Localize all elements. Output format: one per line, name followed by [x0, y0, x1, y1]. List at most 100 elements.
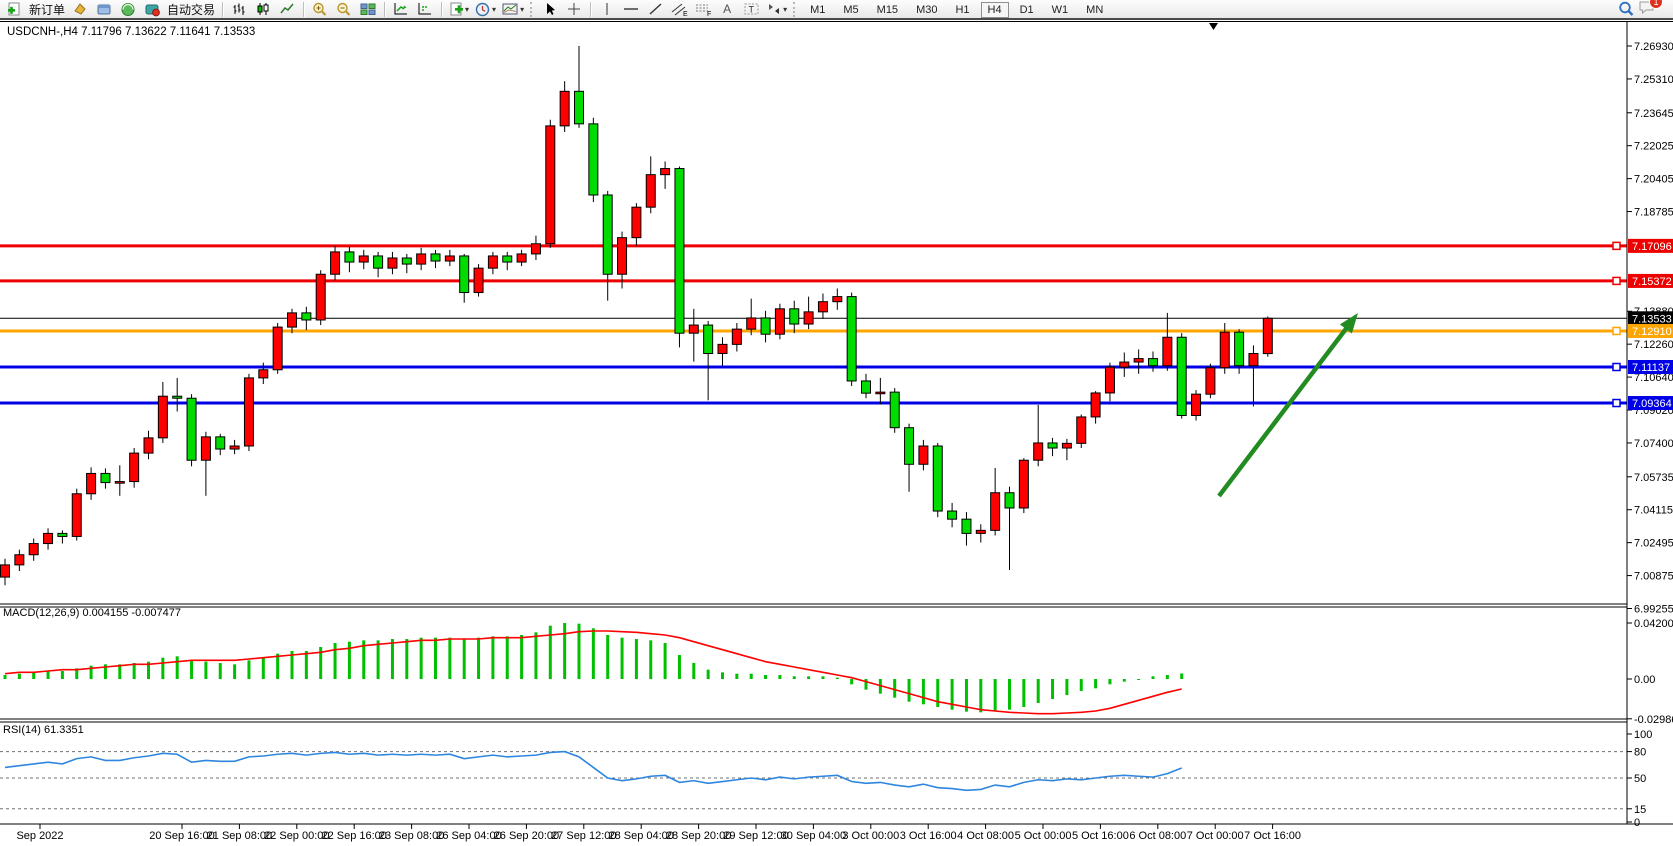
candlestick[interactable]: [603, 195, 612, 274]
candlestick[interactable]: [919, 446, 928, 464]
price-chart-canvas[interactable]: 7.269307.253107.236457.220257.204057.187…: [0, 0, 1673, 846]
candlestick[interactable]: [216, 437, 225, 449]
candlestick[interactable]: [775, 309, 784, 334]
candlestick[interactable]: [1235, 332, 1244, 366]
candlestick[interactable]: [488, 256, 497, 268]
arrows-shapes-icon[interactable]: ▾: [764, 0, 789, 18]
crosshair-icon[interactable]: [563, 0, 585, 18]
candlestick[interactable]: [87, 473, 96, 493]
candlestick[interactable]: [417, 254, 426, 264]
candlestick[interactable]: [876, 392, 885, 394]
candlestick[interactable]: [158, 396, 167, 438]
candlestick[interactable]: [589, 124, 598, 195]
candlestick[interactable]: [560, 91, 569, 126]
data-window-icon[interactable]: [414, 0, 436, 18]
add-indicator-icon[interactable]: ▾: [447, 0, 471, 18]
candlestick[interactable]: [862, 381, 871, 393]
candlestick[interactable]: [374, 256, 383, 268]
candlestick[interactable]: [531, 244, 540, 254]
candlestick[interactable]: [302, 313, 311, 320]
candlestick[interactable]: [761, 318, 770, 334]
candlestick[interactable]: [1034, 443, 1043, 460]
candlestick[interactable]: [661, 169, 670, 175]
market-watch-icon[interactable]: [69, 0, 91, 18]
level-line-handle[interactable]: [1613, 327, 1620, 334]
candlestick[interactable]: [359, 256, 368, 262]
candlestick[interactable]: [259, 370, 268, 378]
candlestick[interactable]: [646, 175, 655, 208]
candlestick[interactable]: [1077, 417, 1086, 443]
candlestick[interactable]: [1105, 367, 1114, 393]
vertical-line-icon[interactable]: [596, 0, 618, 18]
candlestick[interactable]: [460, 256, 469, 293]
candlestick[interactable]: [173, 396, 182, 398]
candlestick[interactable]: [273, 327, 282, 370]
candlestick[interactable]: [847, 297, 856, 381]
candlestick[interactable]: [15, 555, 24, 565]
tile-windows-icon[interactable]: [357, 0, 379, 18]
level-line-handle[interactable]: [1613, 363, 1620, 370]
candlestick[interactable]: [201, 437, 210, 460]
timeframe-MN[interactable]: MN: [1079, 2, 1110, 18]
candlestick[interactable]: [991, 493, 1000, 531]
timeframe-M1[interactable]: M1: [803, 2, 832, 18]
trendline-icon[interactable]: [644, 0, 666, 18]
candlestick[interactable]: [890, 392, 899, 428]
candlestick[interactable]: [144, 438, 153, 453]
candlestick[interactable]: [345, 252, 354, 262]
candlestick[interactable]: [101, 473, 110, 482]
search-icon[interactable]: [1615, 0, 1637, 18]
candlestick[interactable]: [44, 533, 53, 543]
candlestick[interactable]: [1120, 362, 1129, 367]
candlestick[interactable]: [130, 453, 139, 481]
timeframe-M30[interactable]: M30: [909, 2, 944, 18]
candlestick[interactable]: [948, 511, 957, 519]
candlestick[interactable]: [747, 318, 756, 329]
candlestick[interactable]: [704, 325, 713, 353]
candlestick[interactable]: [1048, 443, 1057, 448]
candlestick[interactable]: [546, 126, 555, 244]
notifications-button[interactable]: 1: [1638, 0, 1657, 20]
indicator-list-icon[interactable]: [390, 0, 412, 18]
text-icon[interactable]: A: [716, 0, 738, 18]
candlestick[interactable]: [732, 329, 741, 344]
candlestick[interactable]: [517, 254, 526, 262]
timeframe-H1[interactable]: H1: [948, 2, 976, 18]
candlestick[interactable]: [288, 313, 297, 327]
autotrade-button[interactable]: 自动交易: [164, 1, 218, 18]
candlestick[interactable]: [790, 309, 799, 324]
new-order-icon[interactable]: [3, 0, 25, 18]
new-order-button[interactable]: 新订单: [26, 1, 68, 18]
candlestick[interactable]: [331, 252, 340, 274]
candlestick[interactable]: [474, 268, 483, 292]
text-label-icon[interactable]: T: [740, 0, 762, 18]
autotrade-icon[interactable]: [141, 0, 163, 18]
candlestick[interactable]: [445, 256, 454, 261]
candlestick[interactable]: [503, 256, 512, 262]
candlestick[interactable]: [187, 398, 196, 460]
candlestick[interactable]: [1206, 368, 1215, 394]
candlestick[interactable]: [804, 312, 813, 324]
candlestick[interactable]: [618, 238, 627, 275]
candlestick[interactable]: [58, 533, 67, 536]
candlestick[interactable]: [833, 297, 842, 302]
candlestick[interactable]: [1062, 443, 1071, 448]
candlestick[interactable]: [1091, 393, 1100, 417]
candlestick[interactable]: [388, 258, 397, 268]
candlestick[interactable]: [1263, 318, 1272, 353]
template-icon[interactable]: ▾: [500, 0, 526, 18]
candlestick[interactable]: [675, 169, 684, 334]
timeframe-M15[interactable]: M15: [870, 2, 905, 18]
timeframe-W1[interactable]: W1: [1045, 2, 1076, 18]
candlestick[interactable]: [818, 302, 827, 312]
candlestick[interactable]: [575, 91, 584, 124]
candlestick[interactable]: [1134, 359, 1143, 362]
candlestick[interactable]: [933, 446, 942, 511]
candlestick[interactable]: [1, 565, 10, 577]
level-line-handle[interactable]: [1613, 277, 1620, 284]
candlestick-chart-icon[interactable]: [252, 0, 274, 18]
candlestick[interactable]: [1019, 460, 1028, 508]
level-line-handle[interactable]: [1613, 400, 1620, 407]
zoom-out-icon[interactable]: [333, 0, 355, 18]
candlestick[interactable]: [431, 254, 440, 261]
